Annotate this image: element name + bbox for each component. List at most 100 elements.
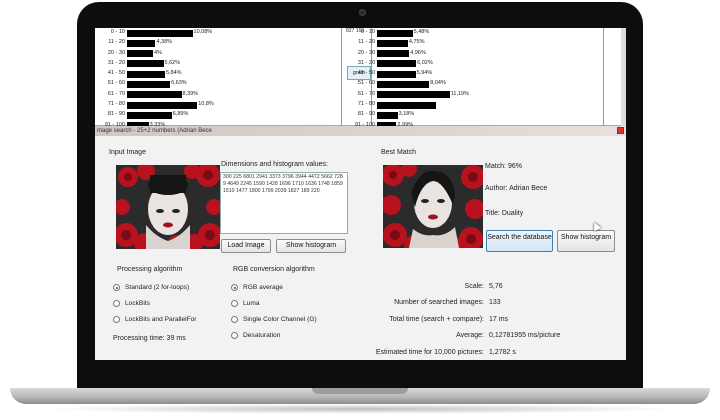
histogram-value: 11,19%: [450, 90, 469, 97]
histogram-bar: [127, 70, 165, 78]
radio-option[interactable]: LockBits: [113, 300, 150, 307]
window-title: mage search - 25+2 numbers (Adrian Bece: [97, 128, 212, 134]
window-titlebar: mage search - 25+2 numbers (Adrian Bece: [95, 126, 626, 136]
histogram-bar: [127, 111, 172, 119]
histogram-bar: [127, 91, 182, 99]
screen: 0 - 10 10,08% 11 - 20 4,38% 20 - 30 4% 31 - 20…: [95, 28, 626, 360]
histogram-bin-label: 71 - 80: [357, 101, 375, 108]
divider: [341, 28, 342, 126]
laptop-shadow: [40, 404, 680, 414]
histogram-value: 10,08%: [193, 29, 213, 35]
radio-option[interactable]: Luma: [231, 300, 260, 307]
histogram-row: 81 - 90 3,18%: [347, 110, 497, 120]
histogram-bar: [127, 101, 198, 109]
histogram-bin-label: 81 - 90: [107, 111, 125, 118]
input-image-label: Input Image: [109, 149, 146, 156]
histogram-row: 11 - 20 4,38%: [97, 38, 247, 48]
radio-option[interactable]: Single Color Channel (G): [231, 316, 317, 323]
radio-button-icon[interactable]: [231, 332, 238, 339]
show-histogram-button[interactable]: Show histogram: [276, 239, 346, 253]
histogram-value: 8,04%: [430, 80, 446, 87]
histogram-row: 20 - 30 4%: [97, 49, 247, 59]
histogram-row: 81 - 90 6,89%: [97, 110, 247, 120]
histogram-bin-label: 61 - 70: [107, 90, 125, 97]
radio-label: Luma: [243, 300, 260, 307]
radio-button-icon[interactable]: [113, 316, 120, 323]
histogram-row: 51 - 60 8,04%: [347, 79, 497, 89]
histogram-bin-label: 71 - 80: [107, 101, 125, 108]
histogram-row: 41 - 50 5,94%: [347, 69, 497, 79]
histogram-row: 31 - 20 5,62%: [97, 59, 247, 69]
histogram-bin-label: 0 - 10: [110, 29, 125, 35]
processing-algorithm-label: Processing algorithm: [117, 266, 183, 273]
webcam-icon: [359, 9, 366, 16]
histogram-value: 5,48%: [413, 29, 430, 35]
histogram-bar: [377, 39, 408, 47]
histogram-value: 6,02%: [417, 59, 433, 66]
histogram-value: 3,18%: [398, 111, 415, 118]
histogram-row: 31 - 20 6,02%: [347, 59, 497, 69]
histogram-bar: [377, 111, 398, 119]
histogram-window: 0 - 10 10,08% 11 - 20 4,38% 20 - 30 4% 31 - 20…: [95, 28, 626, 140]
close-icon[interactable]: [617, 127, 624, 134]
histogram-row: 0 - 10 5,48%: [347, 28, 497, 38]
radio-label: Single Color Channel (G): [243, 316, 317, 323]
histogram-bin-label: 41 - 50: [107, 70, 125, 77]
histogram-bar: [377, 60, 417, 68]
histogram-bar: [127, 50, 153, 58]
searched-images-label: Number of searched images:: [394, 299, 484, 306]
histogram-bin-label: 41 - 50: [357, 70, 375, 77]
histogram-bar: [377, 101, 437, 109]
radio-option[interactable]: RGB average: [231, 284, 283, 291]
histogram-row: 51 - 60 6,63%: [97, 79, 247, 89]
histogram-row: 61 - 70 8,39%: [97, 90, 247, 100]
histogram-bar: [377, 50, 410, 58]
best-match-image: [383, 165, 483, 248]
histogram-row: 0 - 10 10,08%: [97, 28, 247, 38]
portrait-artwork: [383, 165, 483, 248]
histogram-bar: [377, 29, 413, 37]
estimated-time-value: 1,2782 s: [489, 349, 516, 356]
histogram-bin-label: 20 - 30: [107, 49, 125, 56]
portrait-artwork-flipped: [116, 165, 220, 249]
match-show-histogram-button[interactable]: Show histogram: [557, 230, 615, 252]
radio-button-icon[interactable]: [113, 300, 120, 307]
radio-label: LockBits and ParallelFor: [125, 316, 197, 323]
radio-button-icon[interactable]: [231, 284, 238, 291]
histogram-bar: [377, 91, 450, 99]
dimensions-textbox[interactable]: 300 225 6801 2941 3373 3796 3944 4472 56…: [220, 172, 348, 234]
radio-option[interactable]: Desaturation: [231, 332, 280, 339]
histogram-row: 71 - 80: [347, 100, 497, 110]
scrollbar[interactable]: [621, 28, 626, 126]
total-time-label: Total time (search + compare):: [389, 316, 484, 323]
histogram-bar: [377, 70, 416, 78]
histogram-value: 5,94%: [416, 70, 433, 77]
histogram-value: 6,63%: [171, 80, 187, 87]
histogram-value: 4%: [154, 49, 162, 56]
laptop-notch: [312, 388, 408, 394]
load-image-button[interactable]: Load Image: [221, 239, 271, 253]
estimated-time-label: Estimated time for 10,000 pictures:: [375, 349, 484, 356]
radio-option[interactable]: Standard (2 for-loops): [113, 284, 189, 291]
histogram-value: 6,89%: [172, 111, 189, 118]
searched-images-value: 133: [489, 299, 501, 306]
search-database-button[interactable]: Search the database: [486, 230, 553, 252]
histogram-value: 4,38%: [156, 39, 173, 46]
histogram-bin-label: 51 - 60: [357, 80, 375, 87]
histogram-bin-label: 11 - 20: [358, 39, 375, 46]
histogram-value: 5,62%: [164, 59, 181, 66]
processing-time: Processing time: 39 ms: [113, 335, 186, 342]
histogram-row: 71 - 80 10,8%: [97, 100, 247, 110]
histogram-bar: [127, 39, 156, 47]
histogram-row: 11 - 20 4,75%: [347, 38, 497, 48]
match-title: Title: Duality: [485, 210, 524, 217]
radio-button-icon[interactable]: [231, 300, 238, 307]
histogram-value: 4,75%: [408, 39, 425, 46]
radio-button-icon[interactable]: [113, 284, 120, 291]
radio-option[interactable]: LockBits and ParallelFor: [113, 316, 196, 323]
radio-button-icon[interactable]: [231, 316, 238, 323]
histogram-bar: [377, 80, 430, 88]
histogram-bin-label: 11 - 20: [108, 39, 125, 46]
histogram-value: 5,84%: [165, 70, 182, 77]
match-percent: Match: 96%: [485, 163, 522, 170]
